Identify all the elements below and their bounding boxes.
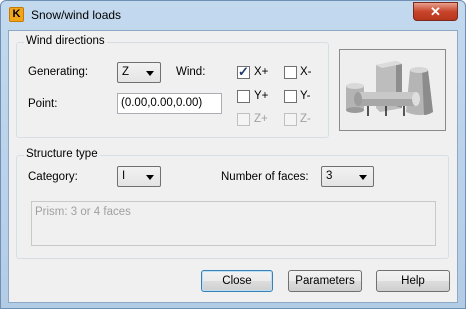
structure-description-box: Prism: 3 or 4 faces [31,201,436,246]
window-close-button[interactable]: ✕ [413,2,458,21]
chevron-down-icon [146,71,154,76]
chevron-down-icon [359,175,367,180]
category-select-value: I [122,170,126,182]
category-label: Category: [28,171,78,183]
checkbox-z-plus [237,113,250,126]
number-of-faces-select-value: 3 [326,170,333,182]
checkbox-x-plus-label: X+ [254,66,269,78]
structure-preview-image [339,49,446,131]
title-bar[interactable]: K Snow/wind loads ✕ [1,1,465,29]
checkbox-x-minus-label: X- [300,66,312,78]
category-select[interactable]: I [117,166,161,187]
point-input[interactable]: (0.00,0.00,0.00) [117,93,222,114]
dialog-window: K Snow/wind loads ✕ Wind directions Gene… [0,0,466,309]
chevron-down-icon [146,175,154,180]
parameters-button[interactable]: Parameters [288,270,362,292]
help-button[interactable]: Help [376,270,450,292]
check-icon: ✓ [238,64,249,79]
wind-label: Wind: [176,66,206,78]
number-of-faces-label: Number of faces: [221,171,309,183]
checkbox-z-plus-label: Z+ [254,113,268,125]
checkbox-x-minus[interactable] [284,66,297,79]
app-logo-icon: K [9,7,24,22]
generating-select[interactable]: Z [117,62,161,83]
dialog-client-area: Wind directions Generating: Z Wind: ✓ X+… [8,30,458,303]
structure-description-text: Prism: 3 or 4 faces [35,206,131,218]
structure-type-group-label: Structure type [24,148,100,160]
checkbox-y-minus-label: Y- [300,90,311,102]
checkbox-x-plus[interactable]: ✓ [237,64,250,79]
point-input-value: (0.00,0.00,0.00) [121,97,203,109]
generating-label: Generating: [28,66,89,78]
generating-select-value: Z [122,66,130,78]
checkbox-y-plus[interactable] [237,90,250,103]
checkbox-z-minus-label: Z- [300,113,311,125]
point-label: Point: [28,98,58,110]
close-icon: ✕ [430,4,441,19]
preview-3d-shapes [340,50,445,130]
checkbox-y-minus[interactable] [284,90,297,103]
checkbox-y-plus-label: Y+ [254,90,269,102]
number-of-faces-select[interactable]: 3 [321,166,374,187]
close-button[interactable]: Close [201,270,273,292]
wind-directions-group-label: Wind directions [24,35,107,47]
wind-directions-group [16,42,329,138]
window-title: Snow/wind loads [31,8,122,22]
checkbox-z-minus [284,113,297,126]
